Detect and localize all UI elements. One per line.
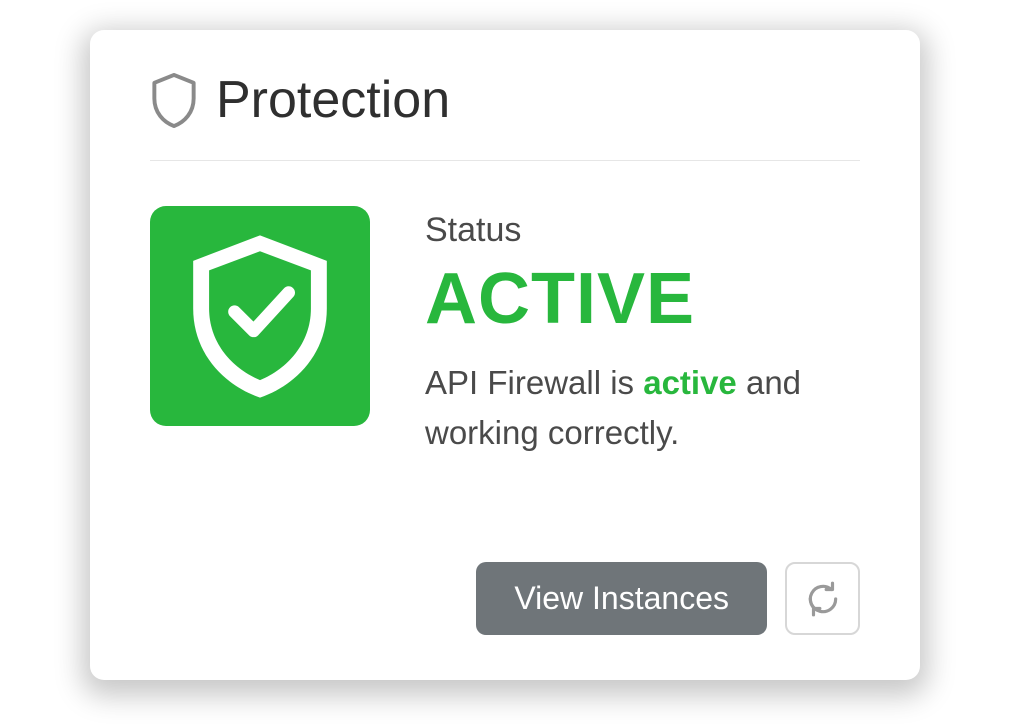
status-description: API Firewall is active and working corre… xyxy=(425,358,860,457)
status-value: ACTIVE xyxy=(425,258,860,340)
status-desc-prefix: API Firewall is xyxy=(425,364,643,401)
shield-check-icon xyxy=(180,229,340,404)
card-body: Status ACTIVE API Firewall is active and… xyxy=(150,161,860,457)
card-footer: View Instances xyxy=(476,562,860,635)
status-label: Status xyxy=(425,211,860,250)
card-header: Protection xyxy=(150,70,860,161)
status-block: Status ACTIVE API Firewall is active and… xyxy=(425,206,860,457)
shield-icon xyxy=(150,73,198,128)
refresh-button[interactable] xyxy=(785,562,860,635)
refresh-icon xyxy=(804,580,842,618)
status-desc-highlight: active xyxy=(643,364,737,401)
protection-card: Protection Status ACTIVE API Firewall is… xyxy=(90,30,920,680)
card-title: Protection xyxy=(216,70,450,130)
status-badge xyxy=(150,206,370,426)
view-instances-button[interactable]: View Instances xyxy=(476,562,767,635)
